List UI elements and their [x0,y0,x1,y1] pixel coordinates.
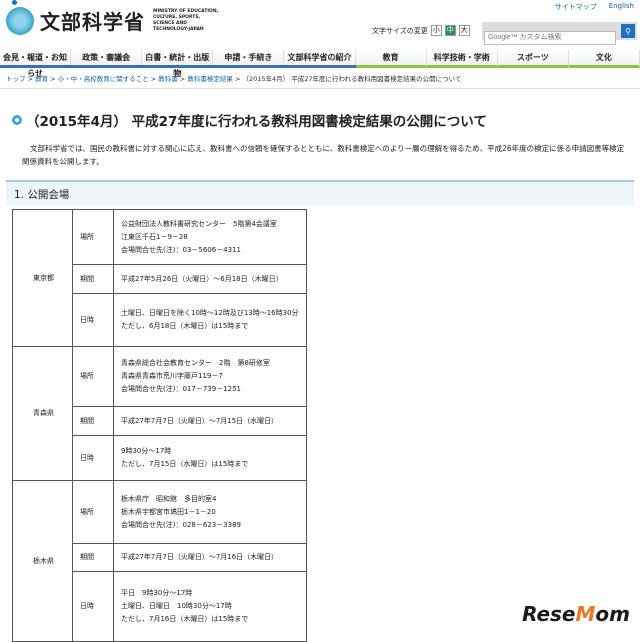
field-value: 青森県総合社会教育センター 2階 第8研修室 青森県青森市荒川字藤戸119－7 会場… [113,346,307,407]
value-line: 栃木県宇都宮市塙田1－1－20 [121,507,216,516]
search-box: ⚲ [482,22,637,45]
page-title: （2015年4月） 平成27年度に行われる教科用図書検定結果の公開について [12,110,640,130]
search-button[interactable]: ⚲ [621,24,635,38]
value-line: 江東区千石1－9－28 [121,232,188,241]
value-line: 会場問合せ先(注)：017－739－1251 [121,385,241,393]
value-line: 栃木県庁 昭和館 多目的室4 [121,494,217,503]
breadcrumb-link[interactable]: トップ [6,75,26,83]
sitemap-link[interactable]: サイトマップ [555,2,597,12]
value-line: 平成27年7月7日（火曜日）～7月15日（水曜日） [121,416,279,425]
logo-icon [6,0,34,35]
field-value: 平日 9時30分～17時土曜日、日曜日 10時30分～17時ただし、7月16日（… [113,571,307,642]
nav-item[interactable]: 文化 [568,50,640,68]
section-heading: 1. 公開会場 [6,180,634,206]
field-label: 場所 [72,346,114,407]
value-line: 青森県総合社会教育センター 2階 第8研修室 [121,359,270,367]
breadcrumb-link[interactable]: 小・中・高校教育に関すること [58,75,149,83]
logo-text: 文部科学省 [40,10,145,34]
prefecture-cell: 青森県 [12,346,73,481]
field-value: 栃木県庁 昭和館 多目的室4 栃木県宇都宮市塙田1－1－20 会場問合せ先(注)：0… [113,480,307,544]
value-line: 青森県青森市荒川字藤戸119－7 [121,372,223,380]
venue-table: 東京都 場所 公益財団法人教科書研究センター 5階第4会議室 江東区千石1－9－28 会… [12,209,307,642]
breadcrumb-link[interactable]: 教育 [35,75,48,83]
breadcrumb-current: （2015年4月） 平成27年度に行われる教科用図書検定結果の公開について [242,75,462,83]
value-line: 平日 9時30分～17時 [121,589,193,597]
prefecture-cell: 栃木県 [12,480,73,642]
field-label: 期間 [72,406,114,436]
nav-item[interactable]: 教育 [355,50,427,68]
bullet-icon [12,115,22,125]
nav-item[interactable]: 白書・統計・出版物 [142,50,214,78]
value-line: 公益財団法人教科書研究センター 5階第4会議室 [121,219,277,228]
table-row: 東京都 場所 公益財団法人教科書研究センター 5階第4会議室 江東区千石1－9－28 会… [12,209,307,347]
field-label: 日時 [72,293,114,347]
font-medium-button[interactable]: 中 [444,25,456,36]
nav-item[interactable]: 申請・手続き [213,50,285,65]
font-small-button[interactable]: 小 [430,25,442,36]
value-line: 平成27年5月26日（火曜日）～6月18日（木曜日） [121,274,283,283]
field-label: 日時 [72,571,114,642]
field-value: 公益財団法人教科書研究センター 5階第4会議室 江東区千石1－9－28 会場問合せ先… [113,209,307,265]
field-value: 土曜日、日曜日を除く10時～12時及び13時～16時30分 ただし、6月18日（木… [113,293,307,347]
global-nav: 会見・報道・お知らせ 政策・審議会 白書・統計・出版物 申請・手続き 文部科学省の紹介教… [0,50,640,78]
page-title-text: （2015年4月） 平成27年度に行われる教科用図書検定結果の公開について [26,114,487,130]
nav-item[interactable]: 会見・報道・お知らせ [0,50,72,78]
logo-english: MINISTRY OF EDUCATION, CULTURE, SPORTS, … [153,8,219,32]
intro-text: 文部科学省では、国民の教科書に対する関心に応え、教科書への信頼を確保するとともに… [22,144,625,166]
value-line: ただし、7月16日（木曜日）は15時まで [121,615,249,623]
value-line: 会場問合せ先(注)：03－5606－4311 [121,245,241,254]
search-input[interactable] [484,30,616,45]
site-logo[interactable]: 文部科学省 MINISTRY OF EDUCATION, CULTURE, SP… [6,0,223,35]
field-label: 場所 [72,209,114,265]
nav-item[interactable]: 科学技術・学術 [426,50,498,68]
field-label: 場所 [72,480,114,544]
field-label: 日時 [72,435,114,481]
nav-item[interactable]: スポーツ [497,50,569,68]
field-value: 平成27年5月26日（火曜日）～6月18日（木曜日） [113,264,307,294]
field-value: 9時30分～17時ただし、7月15日（水曜日）は15時まで [113,435,307,481]
value-line: 土曜日、日曜日 10時30分～17時 [121,602,232,610]
field-value: 平成27年7月7日（火曜日）～7月16日（木曜日） [113,543,307,572]
font-size-switcher: 文字サイズの変更 小 中 大 [372,25,470,36]
value-line: 9時30分～17時 [121,447,172,455]
breadcrumb-link[interactable]: 教科書検定結果 [187,75,233,83]
field-label: 期間 [72,543,114,572]
font-size-label: 文字サイズの変更 [372,26,428,35]
nav-item[interactable]: 政策・審議会 [71,50,143,65]
field-label: 期間 [72,264,114,294]
table-row: 栃木県 場所 栃木県庁 昭和館 多目的室4 栃木県宇都宮市塙田1－1－20 会場問合せ先… [12,480,307,642]
prefecture-cell: 東京都 [12,209,73,347]
nav-item[interactable]: 文部科学省の紹介 [284,50,356,65]
value-line: 平成27年7月7日（火曜日）～7月16日（木曜日） [121,553,279,561]
breadcrumb: トップ > 教育 > 小・中・高校教育に関すること > 教科書 > 教科書検定結… [0,68,640,89]
search-icon: ⚲ [625,26,631,36]
watermark-logo: ReseMom [522,602,630,626]
value-line: ただし、6月18日（木曜日）は15時まで [121,322,249,330]
field-value: 平成27年7月7日（火曜日）～7月15日（水曜日） [113,406,307,436]
table-row: 青森県 場所 青森県総合社会教育センター 2階 第8研修室 青森県青森市荒川字藤戸11… [12,346,307,481]
value-line: 会場問合せ先(注)：028－623－3389 [121,520,241,529]
value-line: ただし、7月15日（水曜日）は15時まで [121,460,249,468]
english-link[interactable]: English [609,2,634,12]
value-line: 土曜日、日曜日を除く10時～12時及び13時～16時30分 [121,309,299,317]
breadcrumb-link[interactable]: 教科書 [158,75,178,83]
header: 文部科学省 MINISTRY OF EDUCATION, CULTURE, SP… [0,0,640,46]
font-large-button[interactable]: 大 [458,25,470,36]
